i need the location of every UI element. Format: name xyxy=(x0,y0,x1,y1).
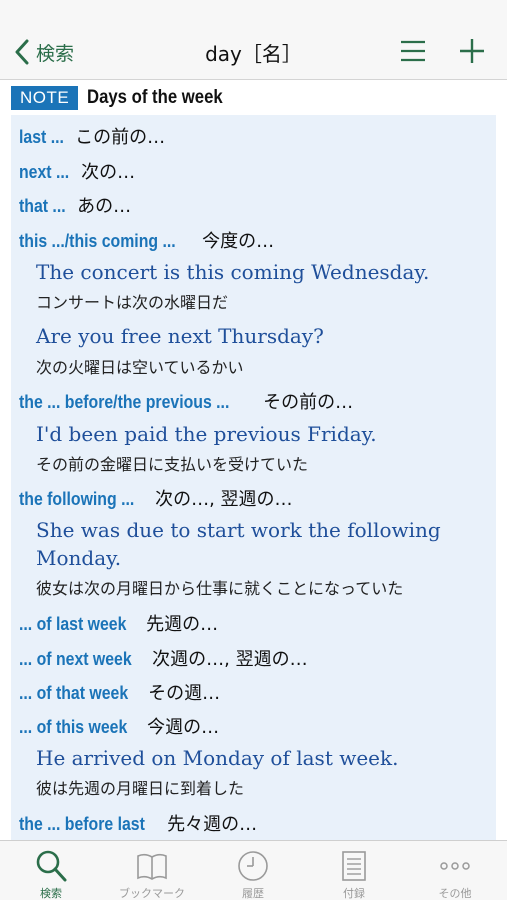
tab-label: 履歴 xyxy=(242,887,264,900)
entry-term: the ... before last xyxy=(19,814,145,834)
app-root: 検索 day［名］ NOTE Days of the week last ...… xyxy=(0,0,507,900)
entry-gloss: 次の… xyxy=(81,162,136,183)
entry-row: last ... この前の… xyxy=(19,123,490,149)
entry-term: ... of this week xyxy=(19,717,128,737)
entry-row: ... of last week 先週の… xyxy=(19,610,490,636)
entry-term: the ... before/the previous ... xyxy=(19,392,230,412)
tab-search[interactable]: 検索 xyxy=(1,845,101,900)
entry-gloss: 先々週の… xyxy=(167,814,258,835)
entry-gloss: 今度の… xyxy=(202,231,275,252)
note-header: NOTE Days of the week xyxy=(11,86,241,110)
note-content-panel: last ... この前の… next ... 次の… that ... あの…… xyxy=(11,115,496,842)
entry-gloss: その週… xyxy=(148,683,221,704)
example-english: I'd been paid the previous Friday. xyxy=(36,422,377,446)
entry-gloss: この前の… xyxy=(75,127,166,148)
navigation-bar: 検索 day［名］ xyxy=(0,0,507,80)
entry-term: last ... xyxy=(19,127,64,147)
entry-term: this .../this coming ... xyxy=(19,231,176,251)
document-icon xyxy=(342,851,366,881)
example-japanese: コンサートは次の水曜日だ xyxy=(36,293,229,312)
entry-row: the ... before/the previous ... その前の… xyxy=(19,388,490,414)
entry-row: ... of next week 次週の…, 翌週の… xyxy=(19,645,490,671)
entry-term: next ... xyxy=(19,162,70,182)
tab-bookmark[interactable]: ブックマーク xyxy=(102,845,202,900)
tab-label: ブックマーク xyxy=(119,887,185,900)
clock-icon xyxy=(238,851,268,881)
add-icon[interactable] xyxy=(457,36,487,66)
entry-gloss: その前の… xyxy=(263,392,354,413)
tab-label: 検索 xyxy=(40,887,62,900)
example-english: The concert is this coming Wednesday. xyxy=(36,260,430,284)
entry-term: that ... xyxy=(19,196,66,216)
tab-history[interactable]: 履歴 xyxy=(203,845,303,900)
book-icon xyxy=(137,853,167,880)
example-english: Are you free next Thursday? xyxy=(36,324,324,348)
entry-term: ... of that week xyxy=(19,683,129,703)
menu-icon[interactable] xyxy=(398,36,428,66)
example-english: He arrived on Monday of last week. xyxy=(36,746,399,770)
example-english: She was due to start work the following … xyxy=(36,518,441,570)
entry-gloss: 次週の…, 翌週の… xyxy=(152,649,308,670)
tab-more[interactable]: その他 xyxy=(405,845,505,900)
entry-row: the ... before last 先々週の… xyxy=(19,810,490,836)
search-icon xyxy=(36,850,67,882)
example-japanese: 次の火曜日は空いているかい xyxy=(36,358,244,377)
page-title: day［名］ xyxy=(205,42,302,66)
entry-term: ... of next week xyxy=(19,649,132,669)
back-button-label: 検索 xyxy=(36,42,75,65)
entry-row: this .../this coming ... 今度の… xyxy=(19,227,490,253)
tab-appendix[interactable]: 付録 xyxy=(304,845,404,900)
example-japanese: 彼女は次の月曜日から仕事に就くことになっていた xyxy=(36,579,404,598)
entry-row: that ... あの… xyxy=(19,192,490,218)
note-title: Days of the week xyxy=(87,87,223,108)
entry-gloss: 今週の… xyxy=(147,717,220,738)
entry-row: the following ... 次の…, 翌週の… xyxy=(19,485,490,511)
entry-term: the following ... xyxy=(19,489,135,509)
chevron-left-icon xyxy=(15,39,29,65)
note-badge: NOTE xyxy=(11,86,79,110)
entry-term: ... of last week xyxy=(19,614,127,634)
entry-gloss: あの… xyxy=(77,196,132,217)
more-icon xyxy=(440,862,470,870)
tab-label: 付録 xyxy=(343,887,365,900)
entry-row: ... of that week その週… xyxy=(19,679,490,705)
example-japanese: 彼は先週の月曜日に到着した xyxy=(36,779,245,798)
tab-bar: 検索 ブックマーク 履歴 付録 その他 xyxy=(0,840,507,900)
tab-label: その他 xyxy=(438,887,472,900)
entry-gloss: 先週の… xyxy=(146,614,219,635)
back-button[interactable]: 検索 xyxy=(14,36,74,68)
example-japanese: その前の金曜日に支払いを受けていた xyxy=(36,455,309,474)
entry-row: next ... 次の… xyxy=(19,158,490,184)
entry-gloss: 次の…, 翌週の… xyxy=(155,489,293,510)
entry-row: ... of this week 今週の… xyxy=(19,713,490,739)
